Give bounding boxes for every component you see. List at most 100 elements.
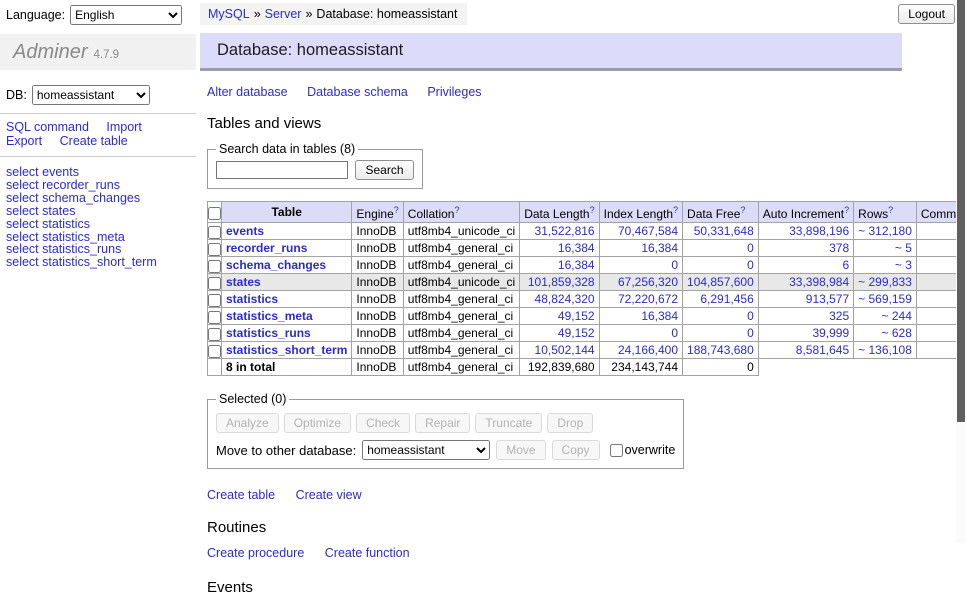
help-icon[interactable]: ? [394, 205, 399, 215]
auto-increment-link[interactable]: 39,999 [812, 326, 849, 340]
data-length-link[interactable]: 49,152 [558, 309, 595, 323]
index-length-link[interactable]: 0 [671, 326, 678, 340]
select-all-checkbox[interactable] [208, 207, 221, 220]
data-free-link[interactable]: 0 [747, 258, 754, 272]
auto-increment-link[interactable]: 913,577 [806, 292, 849, 306]
sql-command-link[interactable]: SQL command [6, 120, 89, 134]
sidebar-item-select-recorder-runs[interactable]: select recorder_runs [6, 179, 190, 192]
data-length-link[interactable]: 101,859,328 [528, 275, 595, 289]
check-button: Check [356, 413, 410, 433]
row-checkbox[interactable] [208, 226, 221, 239]
sidebar-item-select-statistics-short-term[interactable]: select statistics_short_term [6, 256, 190, 269]
data-free-link[interactable]: 188,743,680 [687, 343, 754, 357]
database-schema-link[interactable]: Database schema [307, 85, 408, 99]
row-checkbox[interactable] [208, 243, 221, 256]
create-view-link[interactable]: Create view [296, 488, 362, 502]
help-icon[interactable]: ? [740, 205, 745, 215]
auto-increment-link[interactable]: 325 [829, 309, 849, 323]
rows-link[interactable]: ~ 312,180 [858, 224, 912, 238]
help-icon[interactable]: ? [454, 205, 459, 215]
index-length-link[interactable]: 0 [671, 258, 678, 272]
scrollbar-thumb[interactable] [957, 0, 965, 422]
db-select[interactable]: homeassistant [32, 85, 150, 105]
create-procedure-link[interactable]: Create procedure [207, 546, 304, 560]
move-database-select[interactable]: homeassistant [362, 440, 490, 460]
total-data-free: 0 [683, 359, 759, 376]
data-length-link[interactable]: 48,824,320 [535, 292, 595, 306]
events-heading: Events [207, 579, 907, 596]
data-length-link[interactable]: 16,384 [558, 258, 595, 272]
row-checkbox[interactable] [208, 345, 221, 358]
table-link[interactable]: statistics [226, 292, 278, 306]
data-free-link[interactable]: 104,857,600 [687, 275, 754, 289]
index-length-link[interactable]: 67,256,320 [618, 275, 678, 289]
rows-link[interactable]: ~ 136,108 [858, 343, 912, 357]
data-length-link[interactable]: 31,522,816 [535, 224, 595, 238]
export-link[interactable]: Export [6, 134, 42, 148]
table-link[interactable]: states [226, 275, 261, 289]
selected-fieldset: Selected (0) Analyze Optimize Check Repa… [207, 392, 684, 469]
data-free-link[interactable]: 0 [747, 326, 754, 340]
sidebar-item-select-events[interactable]: select events [6, 166, 190, 179]
alter-database-link[interactable]: Alter database [207, 85, 288, 99]
row-checkbox[interactable] [208, 294, 221, 307]
row-checkbox[interactable] [208, 277, 221, 290]
table-link[interactable]: statistics_meta [226, 309, 313, 323]
rows-link[interactable]: ~ 569,159 [858, 292, 912, 306]
auto-increment-link[interactable]: 6 [842, 258, 849, 272]
total-index-length: 234,143,744 [599, 359, 682, 376]
create-table-link-bottom[interactable]: Create table [207, 488, 275, 502]
data-free-link[interactable]: 50,331,648 [694, 224, 754, 238]
privileges-link[interactable]: Privileges [427, 85, 481, 99]
data-length-link[interactable]: 10,502,144 [535, 343, 595, 357]
engine-cell: InnoDB [352, 257, 403, 274]
table-link[interactable]: events [226, 224, 264, 238]
rows-link[interactable]: ~ 5 [895, 241, 912, 255]
language-select[interactable]: English [70, 5, 182, 25]
row-checkbox[interactable] [208, 260, 221, 273]
help-icon[interactable]: ? [590, 205, 595, 215]
sidebar-item-select-schema-changes[interactable]: select schema_changes [6, 192, 190, 205]
auto-increment-link[interactable]: 8,581,645 [796, 343, 849, 357]
breadcrumb-server-link[interactable]: Server [265, 7, 302, 21]
auto-increment-link[interactable]: 33,898,196 [789, 224, 849, 238]
import-link[interactable]: Import [106, 120, 141, 134]
rows-link[interactable]: ~ 244 [882, 309, 912, 323]
index-length-link[interactable]: 72,220,672 [618, 292, 678, 306]
index-length-link[interactable]: 16,384 [641, 309, 678, 323]
table-link[interactable]: schema_changes [226, 258, 326, 272]
table-link[interactable]: statistics_runs [226, 326, 311, 340]
data-free-link[interactable]: 0 [747, 309, 754, 323]
adminer-logo[interactable]: Adminer 4.7.9 [0, 34, 196, 70]
data-length-link[interactable]: 49,152 [558, 326, 595, 340]
help-icon[interactable]: ? [673, 205, 678, 215]
data-length-link[interactable]: 16,384 [558, 241, 595, 255]
row-checkbox[interactable] [208, 328, 221, 341]
sidebar-item-select-statistics[interactable]: select statistics [6, 218, 190, 231]
search-input[interactable] [216, 161, 348, 179]
help-icon[interactable]: ? [888, 205, 893, 215]
table-link[interactable]: statistics_short_term [226, 343, 347, 357]
rows-link[interactable]: ~ 3 [895, 258, 912, 272]
help-icon[interactable]: ? [844, 205, 849, 215]
search-button[interactable]: Search [355, 160, 413, 180]
auto-increment-link[interactable]: 378 [829, 241, 849, 255]
overwrite-checkbox[interactable] [610, 444, 623, 457]
logout-button[interactable]: Logout [898, 4, 955, 24]
data-free-link[interactable]: 0 [747, 241, 754, 255]
create-table-link[interactable]: Create table [60, 134, 128, 148]
row-checkbox[interactable] [208, 311, 221, 324]
table-row: statistics_short_term InnoDB utf8mb4_gen… [208, 342, 966, 359]
index-length-link[interactable]: 24,166,400 [618, 343, 678, 357]
breadcrumb-mysql-link[interactable]: MySQL [208, 7, 250, 21]
create-function-link[interactable]: Create function [325, 546, 410, 560]
auto-increment-link[interactable]: 33,398,984 [789, 275, 849, 289]
vertical-scrollbar[interactable] [956, 0, 966, 543]
index-length-link[interactable]: 70,467,584 [618, 224, 678, 238]
rows-link[interactable]: ~ 299,833 [858, 275, 912, 289]
index-length-link[interactable]: 16,384 [641, 241, 678, 255]
table-link[interactable]: recorder_runs [226, 241, 307, 255]
sidebar-item-select-states[interactable]: select states [6, 205, 190, 218]
rows-link[interactable]: ~ 628 [882, 326, 912, 340]
data-free-link[interactable]: 6,291,456 [700, 292, 753, 306]
